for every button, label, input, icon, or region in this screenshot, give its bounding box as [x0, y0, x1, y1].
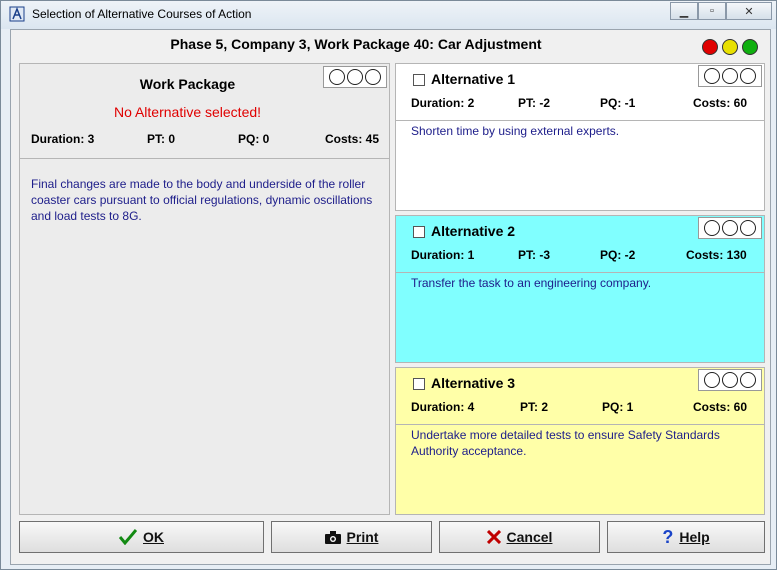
wp-pq: PQ: 0: [238, 132, 270, 146]
alt3-description: Undertake more detailed tests to ensure …: [411, 428, 720, 458]
work-package-header: Work Package No Alternative selected! Du…: [20, 64, 389, 159]
work-package-title: Work Package: [139, 76, 236, 92]
alt2-costs: Costs: 130: [686, 248, 747, 262]
alt1-costs: Costs: 60: [693, 96, 748, 110]
alternative-2-header: Alternative 2 Duration: 1 PT: -3 PQ: -2 …: [396, 216, 764, 273]
alternative-1-header: Alternative 1 Duration: 2 PT: -2 PQ: -1 …: [396, 64, 764, 121]
alt2-pq: PQ: -2: [600, 248, 636, 262]
rating-circles: [698, 217, 762, 239]
status-lights: [698, 35, 766, 59]
alternative-2-title: Alternative 2: [431, 223, 516, 239]
green-light-icon: [742, 39, 758, 55]
alt2-duration: Duration: 1: [411, 248, 475, 262]
circle-icon: [365, 69, 381, 85]
work-package-panel: Work Package No Alternative selected! Du…: [19, 63, 390, 515]
circle-icon: [704, 220, 720, 236]
rating-circles: [698, 65, 762, 87]
wp-description: Final changes are made to the body and u…: [31, 177, 373, 223]
question-icon: ?: [662, 526, 674, 547]
yellow-light-icon: [722, 39, 738, 55]
close-icon: ✕: [744, 5, 754, 18]
page-title: Phase 5, Company 3, Work Package 40: Car…: [170, 36, 542, 52]
circle-icon: [722, 372, 738, 388]
alternative-3-title: Alternative 3: [431, 375, 516, 391]
help-label: Help: [679, 529, 710, 545]
alt1-duration: Duration: 2: [411, 96, 475, 110]
ok-button[interactable]: OK: [19, 521, 264, 553]
red-light-icon: [702, 39, 718, 55]
maximize-button[interactable]: ▫: [698, 2, 726, 20]
selection-status: No Alternative selected!: [113, 104, 262, 120]
circle-icon: [722, 68, 738, 84]
checkmark-icon: [119, 529, 137, 545]
alt3-duration: Duration: 4: [411, 400, 475, 414]
cancel-label: Cancel: [506, 529, 553, 545]
close-button[interactable]: ✕: [726, 2, 772, 20]
alternative-1-checkbox[interactable]: [413, 74, 425, 86]
circle-icon: [722, 220, 738, 236]
circle-icon: [740, 372, 756, 388]
rating-circles: [698, 369, 762, 391]
cancel-button[interactable]: Cancel: [439, 521, 600, 553]
x-icon: [486, 530, 501, 544]
print-button[interactable]: Print: [271, 521, 432, 553]
alternative-1-panel[interactable]: Alternative 1 Duration: 2 PT: -2 PQ: -1 …: [395, 63, 765, 211]
alt3-costs: Costs: 60: [693, 400, 748, 414]
circle-icon: [740, 220, 756, 236]
dialog-window: Selection of Alternative Courses of Acti…: [0, 0, 777, 570]
alternative-3-checkbox[interactable]: [413, 378, 425, 390]
wp-costs: Costs: 45: [325, 132, 380, 146]
alt1-pq: PQ: -1: [600, 96, 636, 110]
circle-icon: [740, 68, 756, 84]
alternative-2-checkbox[interactable]: [413, 226, 425, 238]
alternative-3-header: Alternative 3 Duration: 4 PT: 2 PQ: 1 Co…: [396, 368, 764, 425]
alt1-description: Shorten time by using external experts.: [411, 124, 620, 138]
wp-duration: Duration: 3: [31, 132, 95, 146]
alternative-2-panel[interactable]: Alternative 2 Duration: 1 PT: -3 PQ: -2 …: [395, 215, 765, 363]
alt3-pt: PT: 2: [520, 400, 549, 414]
alt3-pq: PQ: 1: [602, 400, 634, 414]
alternative-3-panel[interactable]: Alternative 3 Duration: 4 PT: 2 PQ: 1 Co…: [395, 367, 765, 515]
alternative-1-title: Alternative 1: [431, 71, 516, 87]
wp-pt: PT: 0: [147, 132, 176, 146]
alt1-pt: PT: -2: [518, 96, 551, 110]
title-bar: Selection of Alternative Courses of Acti…: [1, 1, 776, 29]
window-title: Selection of Alternative Courses of Acti…: [32, 7, 252, 21]
restore-icon: ▫: [710, 5, 714, 17]
help-button[interactable]: ? Help: [607, 521, 765, 553]
app-icon: [9, 6, 25, 22]
minimize-icon: ▁: [679, 5, 689, 18]
alt2-pt: PT: -3: [518, 248, 551, 262]
alt2-description: Transfer the task to an engineering comp…: [411, 276, 652, 290]
minimize-button[interactable]: ▁: [670, 2, 698, 20]
print-label: Print: [346, 529, 379, 545]
camera-icon: [324, 530, 341, 544]
ok-label: OK: [143, 529, 164, 545]
circle-icon: [704, 372, 720, 388]
circle-icon: [704, 68, 720, 84]
